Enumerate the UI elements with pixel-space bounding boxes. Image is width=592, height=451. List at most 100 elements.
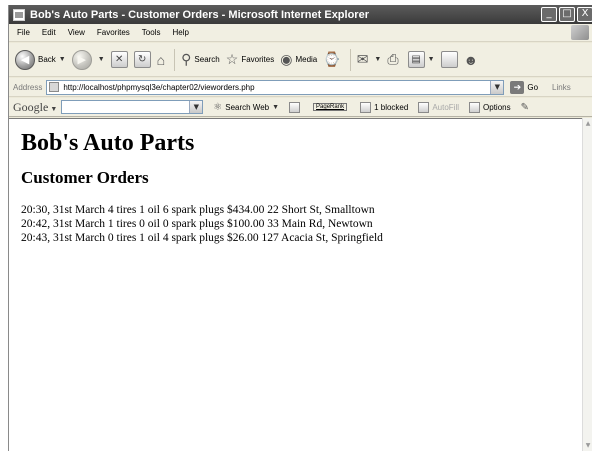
google-logo: Google [13, 99, 49, 114]
forward-arrow-icon: ▶ [71, 49, 92, 70]
forward-button[interactable]: ▶ ▼ [71, 49, 105, 70]
home-button[interactable]: ⌂ [157, 52, 168, 68]
media-icon: ◉ [280, 51, 293, 67]
popup-blocker-icon [360, 101, 372, 113]
go-button[interactable]: ➔ Go [510, 80, 539, 94]
menu-tools[interactable]: Tools [142, 28, 161, 37]
vertical-scrollbar[interactable]: ▲ ▼ [582, 118, 592, 451]
stop-button[interactable]: ✕ [110, 51, 128, 68]
toolbar-separator [349, 48, 351, 71]
address-dropdown-icon[interactable]: ▼ [490, 80, 504, 94]
menu-favorites[interactable]: Favorites [97, 28, 130, 37]
home-icon: ⌂ [156, 51, 166, 68]
news-icon [289, 101, 301, 113]
discuss-button[interactable] [440, 51, 458, 68]
menu-edit[interactable]: Edit [42, 28, 56, 37]
window-title: Bob's Auto Parts - Customer Orders - Mic… [30, 8, 369, 21]
history-button[interactable]: ⌚ [323, 51, 343, 68]
google-menu-dropdown-icon: ▼ [50, 104, 58, 113]
search-button[interactable]: ⚲ Search [181, 51, 220, 68]
autofill-button[interactable]: AutoFill [418, 101, 460, 113]
page-icon [49, 82, 60, 92]
back-button[interactable]: ◀ Back ▼ [15, 49, 66, 70]
favorites-button[interactable]: ☆ Favorites [226, 51, 274, 68]
discuss-icon [440, 51, 458, 68]
title-bar[interactable]: Bob's Auto Parts - Customer Orders - Mic… [9, 5, 592, 24]
address-bar: Address http://localhost/phpmysql3e/chap… [9, 78, 592, 97]
address-input[interactable]: http://localhost/phpmysql3e/chapter02/vi… [46, 79, 505, 95]
pagerank-indicator[interactable]: PageRank [313, 103, 350, 111]
popup-blocker-button[interactable]: 1 blocked [360, 101, 409, 113]
search-web-button[interactable]: ⚛ Search Web ▼ [213, 102, 279, 113]
standard-toolbar: ◀ Back ▼ ▶ ▼ ✕ ↻ ⌂ ⚲ Search ☆ Favorites … [9, 43, 592, 77]
options-button[interactable]: Options [469, 101, 511, 113]
order-line: 20:43, 31st March 0 tires 1 oil 4 spark … [21, 232, 383, 244]
menu-view[interactable]: View [68, 28, 85, 37]
print-icon: ⎙ [387, 51, 399, 67]
pagerank-label: PageRank [313, 103, 348, 111]
toolbar-separator [174, 48, 176, 71]
maximize-button[interactable]: □ [559, 7, 575, 22]
favorites-label: Favorites [241, 55, 275, 64]
go-label: Go [527, 82, 539, 92]
minimize-button[interactable]: _ [541, 7, 557, 22]
orders-list: 20:30, 31st March 4 tires 1 oil 6 spark … [21, 203, 383, 245]
caption-buttons: _ □ X [541, 7, 592, 22]
mail-button[interactable]: ✉ ▼ [357, 51, 382, 68]
options-icon [469, 101, 481, 113]
page-subtitle: Customer Orders [21, 168, 149, 187]
scroll-down-arrow-icon[interactable]: ▼ [584, 441, 592, 450]
address-label: Address [13, 82, 43, 92]
page-title: Bob's Auto Parts [21, 130, 195, 156]
back-label: Back [38, 55, 56, 64]
refresh-button[interactable]: ↻ [133, 51, 151, 68]
google-logo-menu[interactable]: Google ▼ [13, 100, 57, 115]
stop-icon: ✕ [110, 51, 128, 68]
google-toolbar: Google ▼ ▼ ⚛ Search Web ▼ PageRank 1 bloc… [9, 98, 592, 117]
menu-bar: File Edit View Favorites Tools Help [9, 24, 592, 42]
options-label: Options [483, 102, 511, 112]
edit-dropdown-icon[interactable]: ▼ [428, 56, 435, 63]
back-dropdown-icon[interactable]: ▼ [59, 56, 66, 63]
google-search-input[interactable]: ▼ [61, 100, 204, 114]
search-web-label: Search Web [225, 102, 270, 112]
favorites-star-icon: ☆ [225, 51, 239, 67]
binoculars-icon: ⚛ [213, 101, 223, 113]
messenger-icon: ☻ [463, 51, 479, 68]
address-url[interactable]: http://localhost/phpmysql3e/chapter02/vi… [63, 83, 254, 92]
links-button[interactable]: Links [552, 83, 571, 92]
highlight-button[interactable]: ✎ [521, 102, 532, 113]
highlighter-icon: ✎ [520, 101, 529, 113]
order-line: 20:42, 31st March 1 tires 0 oil 0 spark … [21, 218, 373, 230]
search-icon: ⚲ [181, 51, 192, 67]
news-button[interactable] [289, 101, 303, 113]
ie-window-icon[interactable] [13, 8, 25, 21]
autofill-label: AutoFill [432, 102, 460, 112]
autofill-icon [418, 101, 430, 113]
windows-logo-icon [571, 25, 589, 40]
edit-button[interactable]: ▤ ▼ [407, 51, 435, 68]
edit-icon: ▤ [407, 51, 425, 68]
scroll-up-arrow-icon[interactable]: ▲ [584, 119, 592, 128]
search-web-dropdown-icon[interactable]: ▼ [272, 104, 279, 111]
popup-blocked-count: 1 blocked [374, 102, 409, 112]
forward-dropdown-icon[interactable]: ▼ [98, 56, 105, 63]
mail-icon: ✉ [356, 51, 369, 67]
back-arrow-icon: ◀ [15, 49, 35, 70]
close-button[interactable]: X [577, 7, 592, 22]
google-search-dropdown-icon[interactable]: ▼ [189, 101, 203, 113]
page-content: Bob's Auto Parts Customer Orders 20:30, … [9, 118, 583, 451]
order-line: 20:30, 31st March 4 tires 1 oil 6 spark … [21, 204, 375, 216]
browser-window: Bob's Auto Parts - Customer Orders - Mic… [8, 5, 592, 451]
print-button[interactable]: ⎙ [387, 51, 401, 68]
mail-dropdown-icon[interactable]: ▼ [374, 56, 381, 63]
media-button[interactable]: ◉ Media [280, 51, 317, 68]
refresh-icon: ↻ [133, 51, 151, 68]
messenger-button[interactable]: ☻ [464, 52, 482, 68]
menu-help[interactable]: Help [172, 28, 188, 37]
history-icon: ⌚ [323, 51, 341, 67]
go-arrow-icon: ➔ [510, 80, 525, 94]
menu-file[interactable]: File [17, 28, 30, 37]
media-label: Media [295, 55, 318, 64]
search-label: Search [194, 55, 220, 64]
